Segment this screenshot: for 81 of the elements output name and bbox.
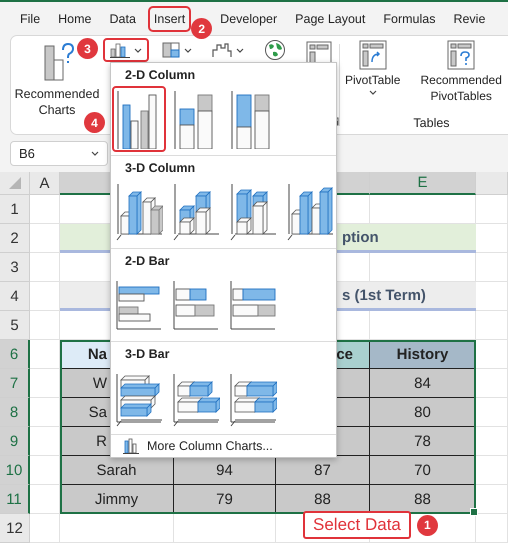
recommended-pivottables-icon [447,40,476,70]
globe-icon [264,39,286,61]
row-header[interactable]: 7 [0,369,30,398]
row-header[interactable]: 8 [0,398,30,427]
table-cell: 87 [276,456,370,485]
dropdown-caret-icon [91,151,99,156]
table-cell: 94 [174,456,276,485]
table-cell: 78 [370,427,476,456]
table-cell: 84 [370,369,476,398]
column-chart-icon [123,438,139,454]
pivottable-button[interactable]: PivotTable [344,40,402,104]
table-cell: Jimmy [60,485,174,514]
row-header[interactable]: 2 [0,224,30,253]
row-header[interactable]: 9 [0,427,30,456]
grid-cell [30,485,60,514]
row-header[interactable]: 4 [0,282,30,311]
chart-option[interactable] [112,86,166,152]
ribbon-tab[interactable]: Formulas [377,6,442,32]
grid-cell [476,195,508,224]
step-badge: 3 [77,38,98,59]
row-header[interactable]: 6 [0,340,30,369]
grid-cell [30,340,60,369]
column-header[interactable]: E [370,172,476,195]
recommended-pivottables-button[interactable]: Recommended PivotTables [403,40,508,104]
row-header[interactable]: 1 [0,195,30,224]
ribbon-tab[interactable]: Insert [148,6,192,32]
section-title: 3-D Bar [124,347,170,363]
fill-handle[interactable] [470,508,478,516]
grid-cell [30,514,60,543]
row-header[interactable]: 5 [0,311,30,340]
caret-icon [236,48,244,52]
pivottable-icon [358,40,387,70]
column-chart-icon [229,182,277,242]
caret-icon [184,48,192,52]
column-chart-icon [115,182,163,242]
step-badge: 2 [191,18,212,39]
column-chart-button[interactable] [103,38,149,62]
grid-cell [476,456,508,485]
ribbon-tab[interactable]: Developer [214,6,284,32]
row-header[interactable]: 12 [0,514,30,543]
grid-cell [30,427,60,456]
grid-cell [476,398,508,427]
grid-cell [30,456,60,485]
column-chart-icon [172,182,220,242]
grid-cell [476,369,508,398]
caret-icon [368,90,377,95]
grid-cell [476,311,508,340]
group-title: Tables [413,116,450,130]
header-cell: History [370,340,476,369]
section-title: 2-D Column [124,68,196,84]
table-cell: 88 [276,485,370,514]
ribbon-tab[interactable]: Page Layout [289,6,372,32]
grid-cell [476,340,508,369]
grid-cell [30,398,60,427]
name-box[interactable]: B6 [10,141,108,166]
ribbon-tab[interactable]: File [14,6,46,32]
grid-cell [476,282,508,311]
treemap-icon [162,42,180,58]
column-chart-icon [286,182,334,242]
row-header[interactable]: 11 [0,485,30,514]
column-header[interactable]: A [30,172,60,195]
grid-cell [30,369,60,398]
waterfall-icon [212,42,232,58]
grid-cell [476,224,508,253]
table-cell: 79 [174,485,276,514]
table-cell: Sarah [60,456,174,485]
ribbon-tab[interactable]: Home [52,6,98,32]
ribbon-tab[interactable]: Revie [447,6,492,32]
row-header[interactable]: 3 [0,253,30,282]
grid-cell [476,427,508,456]
table-cell: 88 [370,485,476,514]
ribbon-tab[interactable]: Data [104,6,142,32]
grid-cell [476,253,508,282]
table-cell: 70 [370,456,476,485]
section-title: 2-D Bar [124,254,170,270]
column-chart-icon [110,42,130,58]
caret-icon [134,48,142,52]
row-header[interactable]: 10 [0,456,30,485]
table-cell: 80 [370,398,476,427]
callout-label: Select Data [303,511,411,539]
section-title: 3-D Column [124,161,196,177]
